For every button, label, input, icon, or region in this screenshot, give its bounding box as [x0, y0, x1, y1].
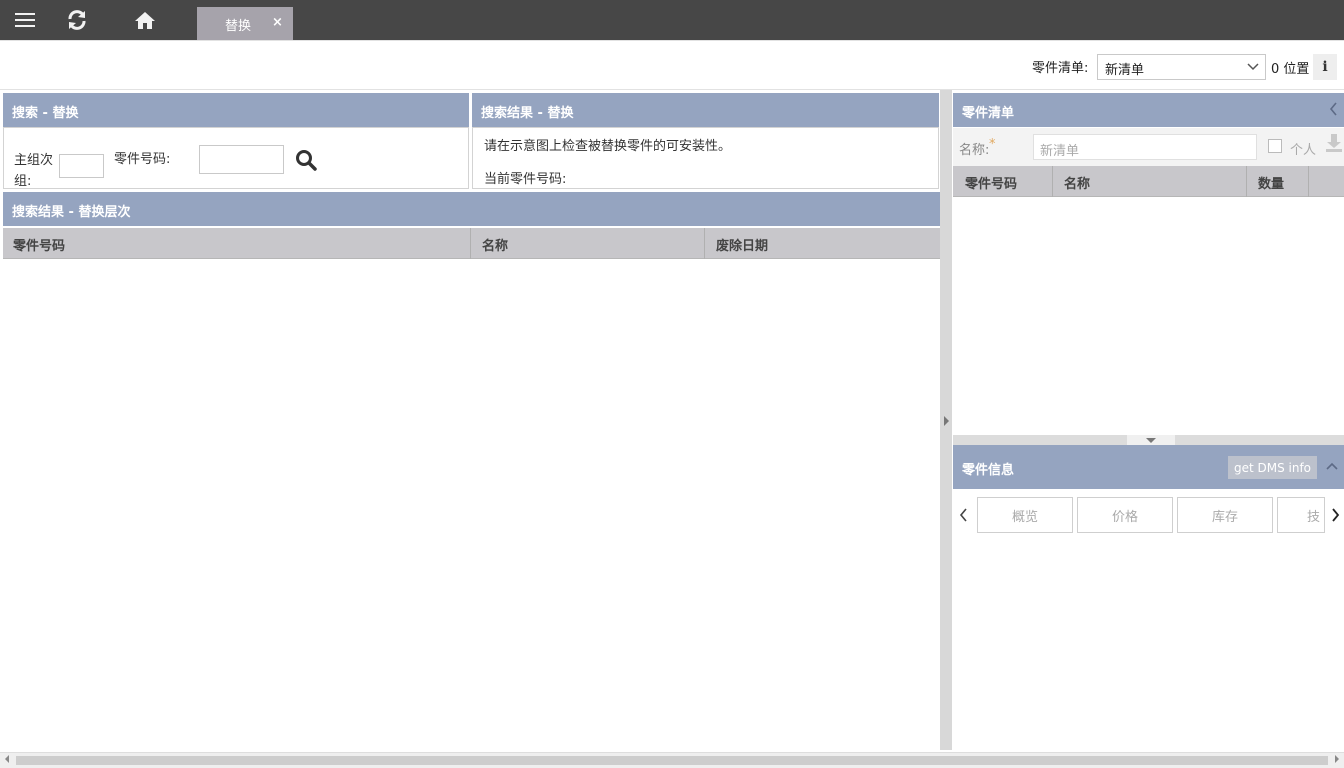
- column-part-number[interactable]: 零件号码: [13, 235, 65, 254]
- menu-icon[interactable]: [10, 6, 40, 34]
- tab-replace[interactable]: 替换 ×: [197, 7, 293, 40]
- download-icon[interactable]: [1325, 133, 1343, 157]
- info-icon: i: [1322, 59, 1328, 75]
- parts-list-panel-header: 零件清单: [953, 93, 1344, 127]
- column-divider: [704, 228, 705, 259]
- tab-inventory[interactable]: 库存: [1177, 497, 1273, 533]
- result-panel-header: 搜索结果 - 替换: [472, 93, 939, 127]
- chevron-down-icon: [1247, 58, 1259, 78]
- result-panel-title: 搜索结果 - 替换: [481, 106, 574, 121]
- parts-list-grid-body: [953, 197, 1344, 435]
- chevron-left-icon[interactable]: [1329, 102, 1338, 120]
- column-divider: [1246, 166, 1247, 197]
- tab-label: 替换: [225, 19, 252, 34]
- main-group-label-2: 组:: [14, 174, 32, 189]
- search-panel-title: 搜索 - 替换: [12, 106, 79, 121]
- result-hint: 请在示意图上检查被替换零件的可安装性。: [484, 139, 732, 154]
- parts-list-label: 零件清单:: [1032, 61, 1089, 76]
- hierarchy-grid-header: 零件号码 名称 废除日期: [3, 228, 940, 259]
- search-icon[interactable]: [295, 149, 317, 175]
- column-divider: [1052, 166, 1053, 197]
- parts-list-panel-title: 零件清单: [962, 106, 1015, 121]
- column-name[interactable]: 名称: [1064, 173, 1090, 192]
- tab-overview[interactable]: 概览: [977, 497, 1073, 533]
- parts-list-grid-header: 零件号码 名称 数量: [953, 166, 1344, 197]
- part-number-input[interactable]: [199, 145, 284, 174]
- personal-label: 个人: [1290, 143, 1317, 158]
- part-info-panel-title: 零件信息: [962, 463, 1015, 478]
- required-mark: *: [989, 137, 996, 152]
- scroll-left-icon[interactable]: [4, 754, 10, 767]
- scroll-right-icon[interactable]: [1334, 754, 1340, 767]
- info-button[interactable]: i: [1313, 54, 1337, 80]
- tab-price[interactable]: 价格: [1077, 497, 1173, 533]
- top-bar: 替换 ×: [0, 0, 1344, 40]
- main-group-input[interactable]: [59, 154, 104, 178]
- position-count: 0 位置: [1271, 62, 1310, 77]
- column-part-number[interactable]: 零件号码: [965, 173, 1017, 192]
- parts-list-select-value: 新清单: [1105, 63, 1145, 78]
- chevron-right-icon[interactable]: [943, 415, 950, 430]
- parts-list-select[interactable]: 新清单: [1097, 54, 1266, 80]
- parts-list-name-row: 名称: * 新清单 个人: [953, 128, 1344, 166]
- result-panel: 请在示意图上检查被替换零件的可安装性。 当前零件号码:: [472, 127, 939, 189]
- column-divider: [1308, 166, 1309, 197]
- part-number-label: 零件号码:: [114, 152, 171, 167]
- parts-list-name-input[interactable]: 新清单: [1033, 134, 1257, 160]
- current-part-label: 当前零件号码:: [484, 172, 567, 187]
- parts-list-splitter[interactable]: [953, 435, 1344, 445]
- close-icon[interactable]: ×: [272, 15, 283, 30]
- chevron-up-icon[interactable]: [1326, 460, 1338, 475]
- column-quantity[interactable]: 数量: [1258, 173, 1284, 192]
- hierarchy-panel-title: 搜索结果 - 替换层次: [12, 205, 131, 220]
- part-info-panel-header: 零件信息 get DMS info: [953, 445, 1344, 489]
- get-dms-info-button[interactable]: get DMS info: [1228, 456, 1317, 479]
- chevron-down-icon[interactable]: [1127, 435, 1175, 445]
- scrollbar-thumb[interactable]: [16, 756, 1328, 765]
- chevron-left-icon[interactable]: [959, 508, 968, 526]
- tab-technical[interactable]: 技: [1277, 497, 1325, 533]
- column-divider: [470, 228, 471, 259]
- panel-splitter[interactable]: [940, 90, 952, 750]
- parts-list-name-label: 名称:: [959, 143, 990, 158]
- column-obsolete-date[interactable]: 废除日期: [716, 235, 768, 254]
- search-panel-header: 搜索 - 替换: [3, 93, 469, 127]
- column-name[interactable]: 名称: [482, 235, 508, 254]
- parts-list-name-placeholder: 新清单: [1040, 144, 1080, 159]
- hierarchy-grid-body: [3, 259, 940, 751]
- personal-checkbox[interactable]: [1268, 139, 1282, 153]
- main-group-label: 主组次: [14, 153, 54, 168]
- toolbar: 零件清单: 新清单 0 位置 i: [0, 40, 1344, 90]
- search-panel: 主组次 组: 零件号码:: [3, 127, 469, 189]
- refresh-icon[interactable]: [62, 6, 92, 34]
- home-icon[interactable]: [130, 6, 160, 34]
- hierarchy-panel-header: 搜索结果 - 替换层次: [3, 192, 940, 226]
- horizontal-scrollbar[interactable]: [0, 752, 1344, 768]
- chevron-right-icon[interactable]: [1331, 508, 1340, 526]
